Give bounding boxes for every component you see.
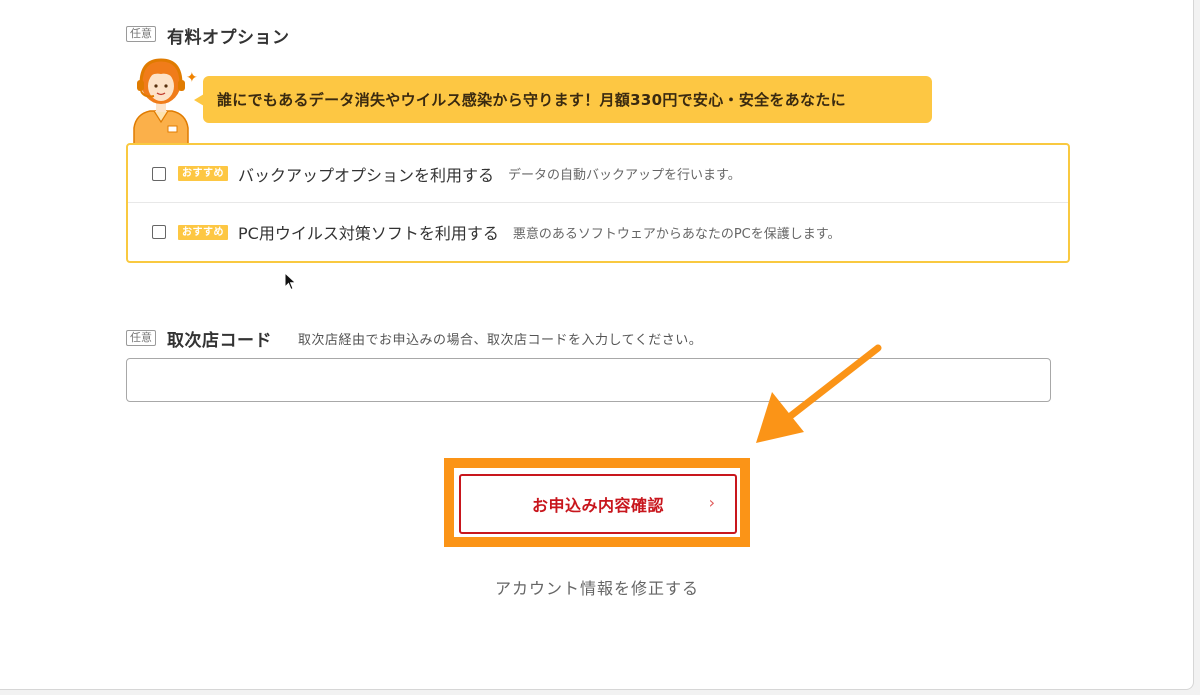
antivirus-checkbox[interactable] [152,225,166,239]
backup-option-description: データの自動バックアップを行います。 [508,168,741,183]
sparkle-icon: ✦ [186,70,198,86]
options-list: おすすめ バックアップオプションを利用する データの自動バックアップを行います。… [126,143,1070,263]
agency-code-input[interactable] [126,358,1051,402]
support-operator-icon [133,58,189,146]
agency-code-title: 取次店コード [167,331,272,351]
option-antivirus[interactable]: おすすめ PC用ウイルス対策ソフトを利用する 悪意のあるソフトウェアからあなたの… [128,203,1068,261]
arrow-icon [756,344,882,443]
option-backup[interactable]: おすすめ バックアップオプションを利用する データの自動バックアップを行います。 [128,145,1068,203]
optional-tag: 任意 [126,330,156,346]
mouse-pointer-icon [284,272,297,291]
backup-checkbox[interactable] [152,166,166,181]
paid-options-title: 有料オプション [167,28,290,48]
promo-text: 誰にでもあるデータ消失やウイルス感染から守ります！月額330円で安心・安全をあな… [217,91,846,109]
confirm-order-button[interactable]: お申込み内容確認 › [459,474,737,534]
antivirus-option-description: 悪意のあるソフトウェアからあなたのPCを保護します。 [512,226,841,242]
recommended-badge: おすすめ [178,224,228,240]
confirm-order-label: お申込み内容確認 [531,496,664,515]
agency-code-hint: 取次店経由でお申込みの場合、取次店コードを入力してください。 [298,333,703,348]
page: 任意 有料オプション ✦ 誰にでもあるデータ消失やウイルス感染から守ります！月額… [0,0,1194,690]
edit-account-link[interactable]: アカウント情報を修正する [0,575,1194,599]
backup-option-label[interactable]: バックアップオプションを利用する [238,162,494,186]
antivirus-option-label[interactable]: PC用ウイルス対策ソフトを利用する [238,220,499,244]
promo-bubble: 誰にでもあるデータ消失やウイルス感染から守ります！月額330円で安心・安全をあな… [194,76,932,123]
chevron-right-icon: › [708,493,715,512]
recommended-badge: おすすめ [178,166,228,181]
optional-tag: 任意 [126,26,156,42]
